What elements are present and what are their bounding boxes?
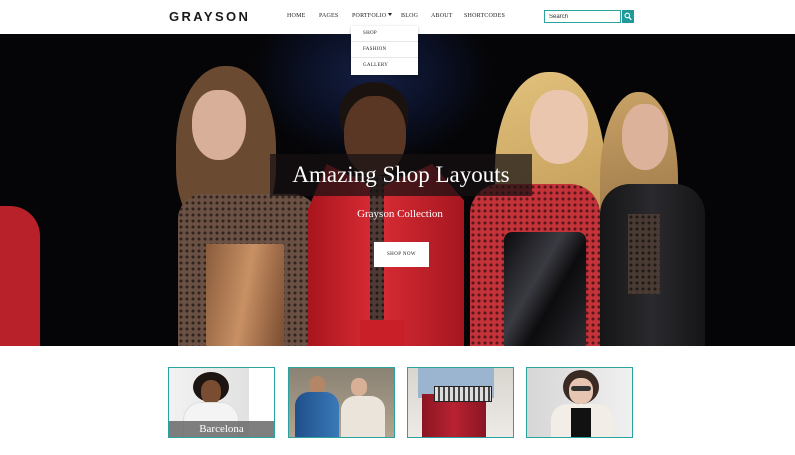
hero-banner: Amazing Shop Layouts Grayson Collection … bbox=[0, 34, 795, 346]
nav-portfolio-label: PORTFOLIO bbox=[352, 13, 387, 19]
thumbnail-4[interactable] bbox=[526, 367, 633, 438]
thumbnail-3[interactable] bbox=[407, 367, 514, 438]
dropdown-item-fashion[interactable]: FASHION bbox=[351, 42, 418, 58]
nav-shortcodes[interactable]: SHORTCODES bbox=[464, 13, 505, 19]
shop-now-button[interactable]: SHOP NOW bbox=[374, 242, 429, 267]
hero-title: Amazing Shop Layouts bbox=[292, 162, 510, 187]
thumbnail-barcelona[interactable]: Barcelona bbox=[168, 367, 275, 438]
nav-pages[interactable]: PAGES bbox=[319, 13, 338, 19]
hero-title-box: Amazing Shop Layouts bbox=[270, 154, 532, 196]
thumbnail-2[interactable] bbox=[288, 367, 395, 438]
main-nav: HOME PAGES PORTFOLIO BLOG ABOUT SHORTCOD… bbox=[0, 13, 795, 23]
thumbnail-caption: Barcelona bbox=[169, 421, 274, 437]
dropdown-item-shop[interactable]: SHOP bbox=[351, 26, 418, 42]
nav-blog[interactable]: BLOG bbox=[401, 13, 418, 19]
search-input[interactable] bbox=[544, 10, 621, 23]
portfolio-dropdown: SHOP FASHION GALLERY bbox=[351, 26, 418, 75]
hero-subtitle: Grayson Collection bbox=[357, 208, 443, 220]
search-icon bbox=[624, 12, 632, 21]
nav-home[interactable]: HOME bbox=[287, 13, 305, 19]
nav-about[interactable]: ABOUT bbox=[431, 13, 453, 19]
nav-portfolio[interactable]: PORTFOLIO bbox=[352, 13, 393, 19]
search-button[interactable] bbox=[622, 10, 634, 23]
caret-down-icon bbox=[388, 13, 393, 16]
dropdown-item-gallery[interactable]: GALLERY bbox=[351, 58, 418, 74]
